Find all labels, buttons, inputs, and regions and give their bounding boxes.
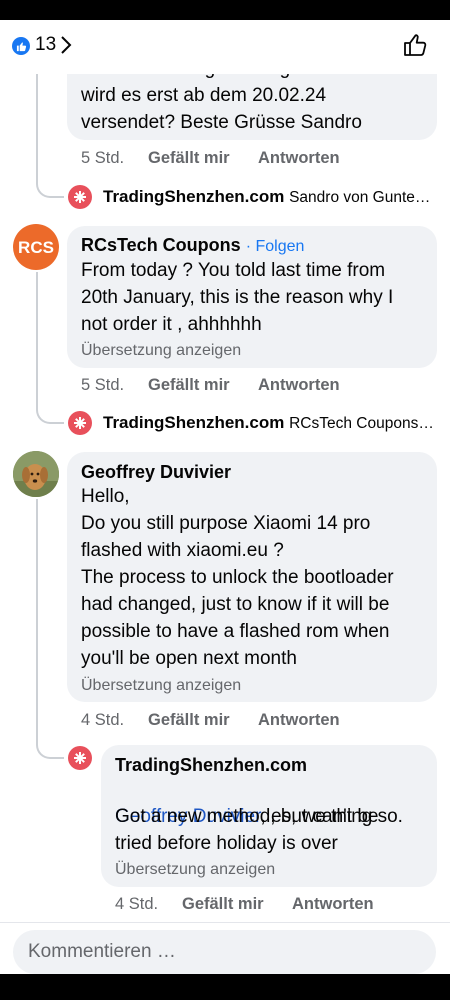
translate-link[interactable]: Übersetzung anzeigen — [81, 342, 241, 360]
comment-text: From today ? You told last time from 20t… — [81, 260, 394, 335]
svg-text:RCS: RCS — [18, 238, 54, 257]
reply-author: TradingShenzhen.com — [103, 187, 285, 206]
comment-text: Hello, Do you still purpose Xiaomi 14 pr… — [81, 486, 394, 669]
reply-preview-text: RCsTech Coupons… — [289, 415, 434, 432]
thread-elbow — [36, 170, 64, 198]
reply-button[interactable]: Antworten — [292, 895, 374, 914]
comment-composer[interactable] — [13, 930, 436, 974]
thread-line — [36, 74, 38, 182]
like-reaction-icon[interactable] — [12, 37, 30, 55]
like-button[interactable]: Gefällt mir — [148, 711, 230, 730]
reply-button[interactable]: Antworten — [258, 149, 340, 168]
comment-author[interactable]: RCsTech Coupons · Folgen — [81, 235, 304, 256]
avatar[interactable] — [13, 451, 59, 497]
thread-elbow — [36, 731, 64, 759]
nav-bar — [0, 974, 450, 1000]
reply-button[interactable]: Antworten — [258, 376, 340, 395]
divider — [0, 922, 450, 923]
reply-author: TradingShenzhen.com — [103, 413, 285, 432]
comment-input[interactable] — [13, 940, 410, 964]
timestamp: 5 Std. — [81, 149, 125, 167]
avatar[interactable]: RCS — [13, 224, 59, 270]
tradingshenzhen-avatar[interactable] — [68, 746, 92, 770]
timestamp: 4 Std. — [115, 895, 159, 913]
like-count[interactable]: 13 — [35, 34, 56, 56]
timestamp: 4 Std. — [81, 711, 125, 729]
reply-preview[interactable]: TradingShenzhen.com RCsTech Coupons… — [103, 413, 438, 433]
like-button[interactable]: Gefällt mir — [148, 376, 230, 395]
chevron-right-icon[interactable] — [60, 35, 72, 59]
status-bar — [0, 0, 450, 20]
thumbs-up-icon[interactable] — [402, 32, 428, 63]
translate-link[interactable]: Übersetzung anzeigen — [115, 861, 275, 879]
like-button[interactable]: Gefällt mir — [182, 895, 264, 914]
comment-author[interactable]: TradingShenzhen.com — [115, 755, 307, 776]
follow-button[interactable]: · Folgen — [246, 238, 305, 255]
comment-actions: 5 Std. Gefällt mir Antworten — [81, 149, 381, 169]
thread-line — [36, 272, 38, 410]
comment-actions: 5 Std. Gefällt mir Antworten — [81, 376, 381, 396]
thread-elbow — [36, 396, 64, 424]
comment-actions: 4 Std. Gefällt mir Antworten — [115, 895, 415, 915]
tradingshenzhen-avatar[interactable] — [68, 411, 92, 435]
thread-line — [36, 499, 38, 745]
tradingshenzhen-avatar[interactable] — [68, 185, 92, 209]
reply-preview[interactable]: TradingShenzhen.com Sandro von Gunte… — [103, 187, 438, 207]
timestamp: 5 Std. — [81, 376, 125, 394]
reply-button[interactable]: Antworten — [258, 711, 340, 730]
like-button[interactable]: Gefällt mir — [148, 149, 230, 168]
translate-link[interactable]: Übersetzung anzeigen — [81, 677, 241, 695]
comment-text: Got a new method, but can't be tried bef… — [115, 806, 379, 854]
comment-author[interactable]: Geoffrey Duvivier — [81, 462, 231, 483]
reply-preview-text: Sandro von Gunte… — [289, 189, 431, 206]
author-name[interactable]: RCsTech Coupons — [81, 235, 241, 255]
comment-actions: 4 Std. Gefällt mir Antworten — [81, 711, 381, 731]
